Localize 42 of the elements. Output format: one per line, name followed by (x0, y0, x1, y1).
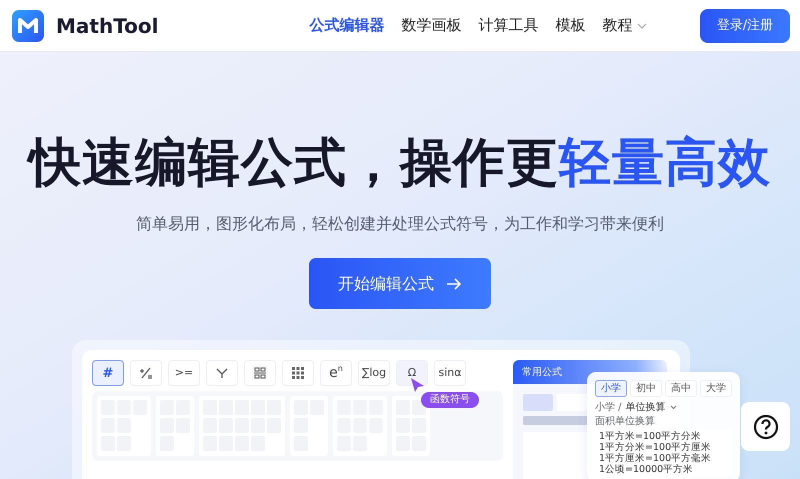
hero-title: 快速编辑公式，操作更轻量高效 (0, 132, 800, 194)
formula-line: 1公顷=10000平方米 (599, 464, 694, 475)
breadcrumb-root[interactable]: 小学 / (595, 402, 622, 413)
toolbar-button[interactable]: # (92, 360, 124, 386)
level-tab[interactable]: 初中 (630, 380, 662, 397)
start-editing-button[interactable]: 开始编辑公式 (309, 258, 491, 310)
logo-icon (12, 10, 44, 42)
category-dropdown[interactable]: 单位换算 (626, 402, 677, 413)
cursor-icon (409, 377, 425, 393)
hero-subtitle: 简单易用，图形化布局，轻松创建并处理公式符号，为工作和学习带来便利 (135, 213, 665, 236)
nav-link[interactable]: 计算工具 (478, 14, 539, 37)
tooltip: 函数符号 (421, 392, 479, 408)
nav-link[interactable]: 教程 (602, 14, 647, 37)
level-tab[interactable]: 高中 (665, 380, 697, 397)
level-tab[interactable]: 大学 (700, 380, 732, 397)
help-button[interactable] (741, 402, 790, 451)
logo-text: MathTool (56, 12, 159, 40)
formula-line: 1平方米=100平方分米 (599, 431, 702, 442)
formula-line: 1平方分米=100平方厘米 (599, 442, 712, 453)
toolbar-button[interactable]: sinα (434, 360, 466, 386)
grid-icon (292, 367, 304, 380)
toolbar-button[interactable]: >= (168, 360, 200, 386)
section-title: 面积单位换算 (595, 416, 656, 427)
toolbar-button[interactable]: e$^{n}$ (320, 360, 352, 386)
toolbar-button[interactable] (244, 360, 276, 386)
caret-icon (636, 22, 647, 28)
toolbar-button[interactable] (130, 360, 162, 386)
arrow-right-icon (446, 276, 462, 291)
branch-icon (215, 367, 229, 380)
toolbar-button[interactable] (206, 360, 238, 386)
stacked-boxes-icon (253, 366, 267, 380)
toolbar-button[interactable]: ∑log (358, 360, 390, 386)
formula-line: 1平方厘米=100平方毫米 (599, 453, 712, 464)
login-button[interactable]: 登录/注册 (700, 8, 790, 42)
toolbar-button[interactable] (282, 360, 314, 386)
fraction-icon (139, 367, 153, 380)
nav-link[interactable]: 数学画板 (402, 14, 462, 37)
caret-icon (670, 405, 677, 410)
help-icon (752, 414, 778, 440)
nav-link[interactable]: 公式编辑器 (310, 14, 385, 37)
nav-link[interactable]: 模板 (556, 14, 586, 37)
level-tab[interactable]: 小学 (595, 380, 627, 397)
